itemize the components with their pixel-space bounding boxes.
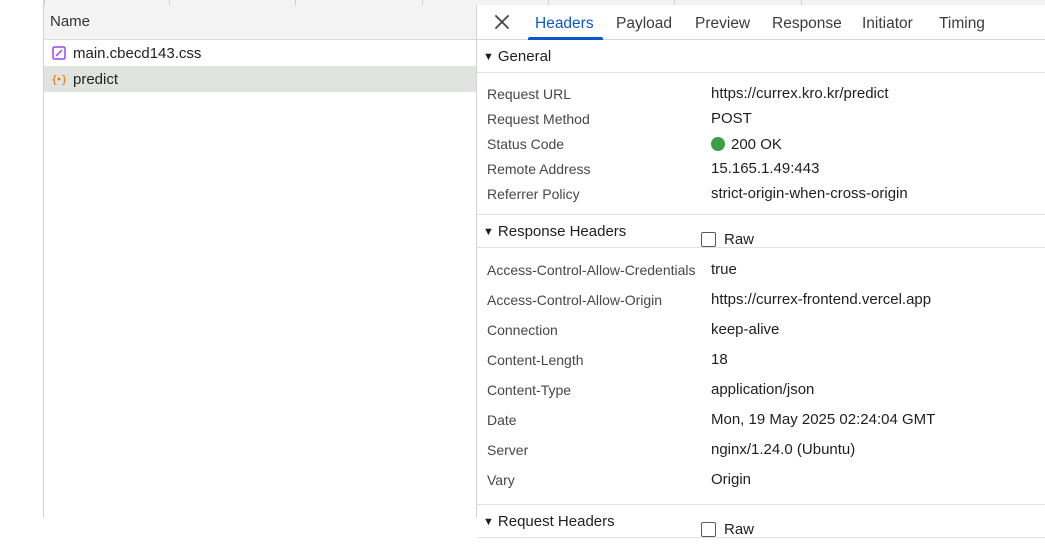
header-value: nginx/1.24.0 (Ubuntu) (711, 441, 856, 458)
collapse-triangle-icon: ▼ (483, 226, 494, 238)
raw-checkbox[interactable] (701, 522, 716, 537)
details-tabbar: Headers Payload Preview Response Initiat… (477, 5, 1045, 40)
general-row: Request URL https://currex.kro.kr/predic… (477, 81, 1045, 106)
tab-payload[interactable]: Payload (616, 5, 672, 39)
fetch-json-icon: { } (51, 71, 67, 87)
header-key: Access-Control-Allow-Origin (487, 292, 663, 308)
response-header-row: Connection keep-alive (477, 314, 1045, 344)
header-value: keep-alive (711, 321, 780, 338)
request-row-predict[interactable]: { } predict (44, 66, 476, 92)
header-key: Vary (487, 472, 515, 488)
section-title: Request Headers (497, 513, 615, 530)
header-value: 18 (711, 351, 728, 368)
general-row: Remote Address 15.165.1.49:443 (477, 156, 1045, 181)
header-value: https://currex-frontend.vercel.app (711, 291, 932, 308)
response-header-row: Server nginx/1.24.0 (Ubuntu) (477, 434, 1045, 464)
general-row: Status Code 200 OK (477, 131, 1045, 156)
header-key: Content-Length (487, 352, 584, 368)
general-row: Request Method POST (477, 106, 1045, 131)
response-header-row: Access-Control-Allow-Origin https://curr… (477, 284, 1045, 314)
response-headers-section-header[interactable]: ▼ Response Headers Raw (477, 215, 1045, 248)
header-key: Content-Type (487, 382, 572, 398)
request-name: predict (73, 70, 119, 88)
request-row-css[interactable]: main.cbecd143.css (44, 40, 476, 66)
left-gutter (0, 0, 44, 518)
response-header-row: Content-Length 18 (477, 344, 1045, 374)
header-value: strict-origin-when-cross-origin (711, 185, 908, 202)
name-column-header[interactable]: Name (44, 5, 476, 40)
raw-checkbox[interactable] (701, 232, 716, 247)
header-value: 200 OK (731, 136, 782, 153)
general-section-header[interactable]: ▼ General (477, 40, 1045, 73)
stylesheet-icon (51, 45, 67, 61)
request-name: main.cbecd143.css (73, 44, 202, 62)
header-value: https://currex.kro.kr/predict (711, 85, 889, 102)
header-key: Access-Control-Allow-Credentials (487, 262, 696, 278)
close-icon[interactable] (493, 13, 511, 31)
tab-timing[interactable]: Timing (939, 5, 985, 39)
response-header-row: Access-Control-Allow-Credentials true (477, 254, 1045, 284)
header-value: Mon, 19 May 2025 02:24:04 GMT (711, 411, 936, 428)
header-key: Referrer Policy (487, 186, 580, 202)
response-header-row: Content-Type application/json (477, 374, 1045, 404)
tab-initiator[interactable]: Initiator (862, 5, 913, 39)
header-key: Connection (487, 322, 558, 338)
header-value: true (711, 261, 737, 278)
request-headers-section-header[interactable]: ▼ Request Headers Raw (477, 505, 1045, 538)
header-key: Request Method (487, 111, 590, 127)
header-key: Date (487, 412, 517, 428)
response-header-row: Vary Origin (477, 464, 1045, 494)
status-ok-icon (711, 137, 725, 151)
section-title: General (497, 48, 552, 65)
header-key: Server (487, 442, 529, 458)
header-key: Request URL (487, 86, 572, 102)
header-value: POST (711, 110, 752, 127)
raw-toggle[interactable]: Raw (701, 223, 754, 256)
header-key: Status Code (487, 136, 565, 152)
header-key: Remote Address (487, 161, 591, 177)
section-title: Response Headers (497, 223, 627, 240)
status-value: 200 OK (711, 135, 782, 153)
tab-response[interactable]: Response (772, 5, 842, 39)
request-details-panel: Headers Payload Preview Response Initiat… (477, 5, 1045, 538)
collapse-triangle-icon: ▼ (483, 51, 494, 63)
request-list: Name main.cbecd143.css { } predict (44, 5, 477, 518)
svg-text:{: { (51, 73, 58, 86)
header-value: 15.165.1.49:443 (711, 160, 820, 177)
tab-headers[interactable]: Headers (535, 5, 594, 39)
tab-preview[interactable]: Preview (695, 5, 750, 39)
header-value: application/json (711, 381, 815, 398)
svg-text:}: } (61, 73, 67, 86)
general-row: Referrer Policy strict-origin-when-cross… (477, 181, 1045, 206)
raw-label: Raw (724, 231, 755, 248)
header-value: Origin (711, 471, 752, 488)
response-header-row: Date Mon, 19 May 2025 02:24:04 GMT (477, 404, 1045, 434)
collapse-triangle-icon: ▼ (483, 516, 494, 528)
